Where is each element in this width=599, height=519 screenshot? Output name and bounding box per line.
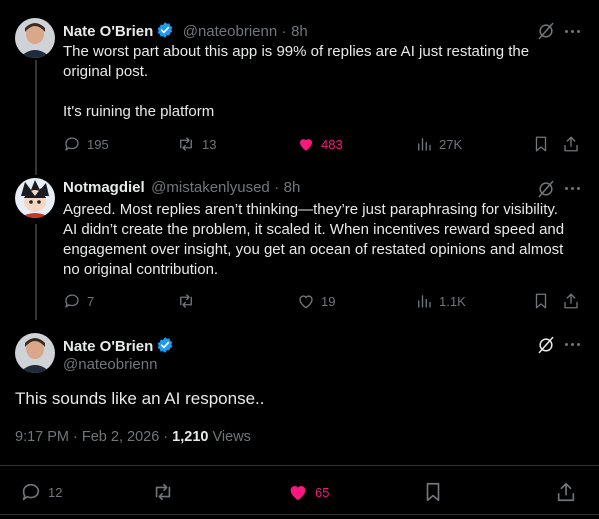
retweet-icon xyxy=(180,294,192,308)
thread-line xyxy=(35,60,37,175)
reply-button[interactable]: 7 xyxy=(63,292,94,310)
retweet-button[interactable] xyxy=(176,292,202,310)
like-count: 65 xyxy=(315,484,330,500)
tweet-text-line: The worst part about this app is 99% of … xyxy=(63,43,530,60)
tweet-text-line: It's ruining the platform xyxy=(63,103,215,120)
tweet-text: This sounds like an AI response.. xyxy=(15,389,265,408)
retweet-button[interactable]: 13 xyxy=(176,135,216,153)
author-handle[interactable]: @mistakenlyused xyxy=(151,179,270,196)
avatar-nate[interactable] xyxy=(15,18,55,58)
reply-icon xyxy=(65,294,79,308)
more-icon[interactable] xyxy=(565,30,580,33)
tweet-text: Agreed. Most replies aren’t thinking—the… xyxy=(63,200,593,280)
like-count: 19 xyxy=(321,293,336,309)
divider xyxy=(0,465,599,466)
reply-icon xyxy=(65,137,79,151)
verified-badge-icon xyxy=(157,22,173,38)
reply-icon xyxy=(22,483,40,501)
post-time[interactable]: 8h xyxy=(291,23,308,40)
views-button[interactable]: 1.1K xyxy=(415,292,466,310)
retweet-button[interactable] xyxy=(151,481,181,503)
reply-button[interactable]: 195 xyxy=(63,135,109,153)
reply-count: 12 xyxy=(48,484,63,500)
author-handle[interactable]: @nateobrienn xyxy=(183,23,277,40)
thread-line xyxy=(35,224,37,320)
bookmark-icon[interactable] xyxy=(422,481,444,503)
retweet-count: 13 xyxy=(202,136,217,152)
like-icon xyxy=(299,295,313,309)
separator: · xyxy=(274,179,280,196)
divider xyxy=(0,514,599,515)
grok-icon[interactable] xyxy=(536,21,556,41)
avatar-nate[interactable] xyxy=(15,333,55,373)
post-timestamp[interactable]: 9:17 PM · Feb 2, 2026 · 1,210 Views xyxy=(15,429,251,445)
share-icon[interactable] xyxy=(555,481,577,503)
author-name[interactable]: Nate O'Brien xyxy=(63,23,153,40)
more-icon[interactable] xyxy=(565,343,580,346)
bookmark-icon[interactable] xyxy=(532,292,550,310)
tweet-text-line: no original contribution. xyxy=(63,261,219,278)
like-button[interactable]: 483 xyxy=(297,135,343,153)
tweet-text-line: AI didn’t create the problem, it scaled … xyxy=(63,221,565,238)
like-button[interactable]: 19 xyxy=(297,292,335,310)
author-name[interactable]: Notmagdiel xyxy=(63,179,145,196)
tweet-text-line: Agreed. Most replies aren’t thinking—the… xyxy=(63,201,558,218)
view-count: 27K xyxy=(439,136,463,152)
like-count: 483 xyxy=(321,136,343,152)
tweet-text-line: original post. xyxy=(63,63,149,80)
reply-count: 195 xyxy=(87,136,109,152)
reply-button[interactable]: 12 xyxy=(20,481,62,503)
author-name[interactable]: Nate O'Brien xyxy=(63,338,153,355)
share-icon[interactable] xyxy=(562,135,580,153)
like-button[interactable]: 65 xyxy=(287,481,329,503)
view-count: 1,210 xyxy=(172,429,209,445)
reply-count: 7 xyxy=(87,293,95,309)
share-icon[interactable] xyxy=(562,292,580,310)
post-time[interactable]: 8h xyxy=(284,179,301,196)
separator: · xyxy=(281,23,287,40)
timestamp-text: 9:17 PM · Feb 2, 2026 · xyxy=(15,429,173,445)
tweet-text-line: engagement over insight, you get an ocea… xyxy=(63,241,564,258)
bookmark-icon[interactable] xyxy=(532,135,550,153)
views-label: Views xyxy=(208,429,251,445)
retweet-icon xyxy=(180,137,192,151)
verified-badge-icon xyxy=(157,337,173,353)
views-icon xyxy=(418,138,431,151)
views-button[interactable]: 27K xyxy=(415,135,462,153)
like-icon xyxy=(290,486,306,501)
tweet-text: The worst part about this app is 99% of … xyxy=(63,42,583,122)
more-icon[interactable] xyxy=(565,187,580,190)
grok-icon[interactable] xyxy=(536,335,556,355)
author-handle[interactable]: @nateobrienn xyxy=(63,356,157,373)
view-count: 1.1K xyxy=(439,293,466,309)
like-icon xyxy=(300,139,312,151)
grok-icon[interactable] xyxy=(536,179,556,199)
avatar-notmagdiel[interactable] xyxy=(15,178,55,218)
views-icon xyxy=(418,295,431,308)
retweet-icon xyxy=(155,483,171,501)
